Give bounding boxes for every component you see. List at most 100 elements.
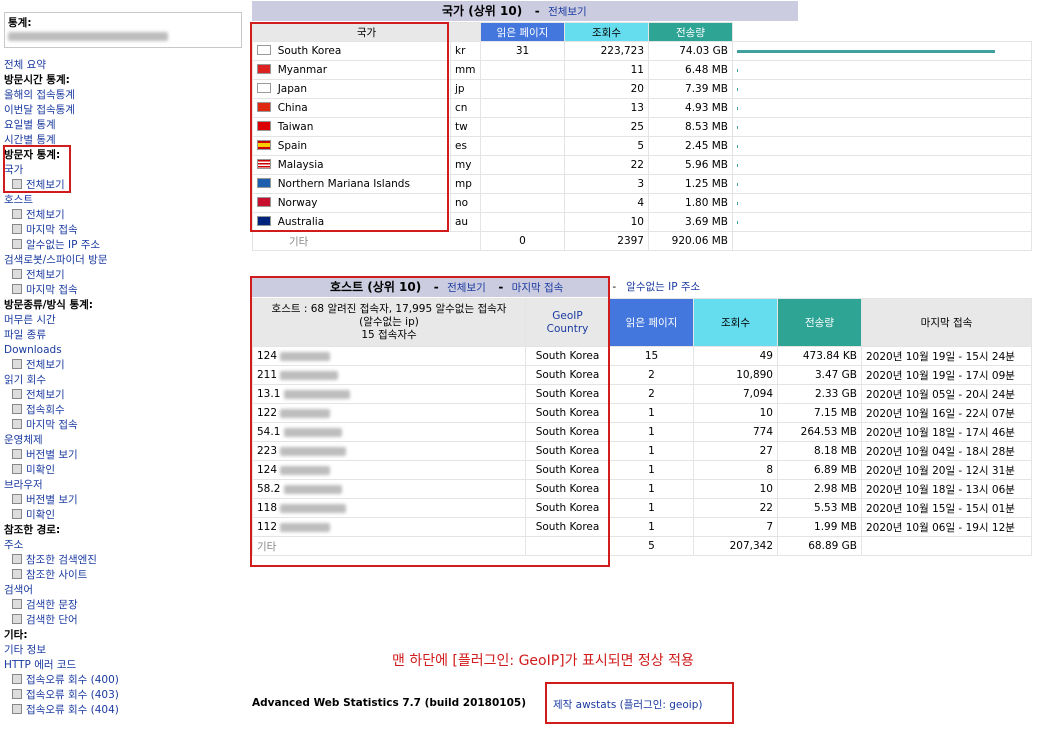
bandwidth-header: 전송량 (648, 22, 733, 42)
stat-label: 통계: (8, 17, 32, 29)
nav-subitem[interactable]: 마지막 접속 (4, 283, 244, 298)
country-table: 국가 읽은 페이지 조회수 전송량 South Korea kr 31 223,723… (252, 22, 1032, 251)
nav-subitem[interactable]: 전체보기 (4, 178, 244, 193)
blurred-ip (280, 370, 339, 380)
hosts-view-all-link[interactable]: 전체보기 (447, 282, 486, 294)
country-bandwidth: 2.45 MB (648, 136, 733, 156)
country-bandwidth: 7.39 MB (648, 79, 733, 99)
country-bar-cell (732, 41, 1032, 61)
nav-item[interactable]: 기타 정보 (4, 643, 244, 658)
hosts-unknown-ip-link[interactable]: 알수없는 IP 주소 (626, 281, 700, 293)
country-pages (480, 117, 565, 137)
no-flag-icon (257, 197, 271, 207)
nav-item[interactable]: 운영체제 (4, 433, 244, 448)
nav-subitem[interactable]: 전체보기 (4, 268, 244, 283)
hosts-other-row: 기타 5 207,342 68.89 GB (252, 536, 1032, 556)
blurred-ip (280, 446, 347, 456)
host-pages: 1 (609, 460, 694, 480)
country-bar-cell (732, 60, 1032, 80)
nav-item[interactable]: 브라우저 (4, 478, 244, 493)
country-title: 국가 (상위 10) (442, 4, 523, 18)
country-bar-cell (732, 174, 1032, 194)
nav-subitem[interactable]: 검색한 단어 (4, 613, 244, 628)
nav-item[interactable]: HTTP 에러 코드 (4, 658, 244, 673)
host-bandwidth: 1.99 MB (777, 517, 862, 537)
host-bandwidth: 264.53 MB (777, 422, 862, 442)
host-hits: 10,890 (693, 365, 778, 385)
country-hits: 4 (564, 193, 649, 213)
host-country: South Korea (525, 365, 610, 385)
hosts-summary: 호스트 : 68 알려진 접속자, 17,995 알수없는 접속자 (알수없는 … (252, 298, 526, 347)
country-bandwidth: 74.03 GB (648, 41, 733, 61)
nav-subitem[interactable]: 알수없는 IP 주소 (4, 238, 244, 253)
hosts-header-row: 호스트 : 68 알려진 접속자, 17,995 알수없는 접속자 (알수없는 … (252, 298, 1032, 347)
bandwidth-bar (737, 182, 738, 186)
host-country: South Korea (525, 517, 610, 537)
country-header: 국가 (252, 22, 481, 42)
hosts-last-access-link[interactable]: 마지막 접속 (512, 282, 564, 294)
country-bandwidth: 1.80 MB (648, 193, 733, 213)
country-bandwidth: 3.69 MB (648, 212, 733, 232)
nav-item[interactable]: 전체 요약 (4, 58, 244, 73)
nav-subitem[interactable]: 참조한 검색엔진 (4, 553, 244, 568)
nav-subitem[interactable]: 전체보기 (4, 388, 244, 403)
country-code: no (450, 193, 481, 213)
nav-item[interactable]: 시간별 통계 (4, 133, 244, 148)
nav-item[interactable]: 읽기 회수 (4, 373, 244, 388)
nav-item[interactable]: 머무른 시간 (4, 313, 244, 328)
nav-subitem[interactable]: 전체보기 (4, 358, 244, 373)
country-name-cell: Australia (252, 212, 451, 232)
my-flag-icon (257, 159, 271, 169)
country-row: Japan jp 20 7.39 MB (252, 79, 1032, 99)
nav-item[interactable]: 국가 (4, 163, 244, 178)
nav-subitem[interactable]: 접속오류 회수 (403) (4, 688, 244, 703)
hosts-pages-header: 읽은 페이지 (609, 298, 694, 347)
host-row: 124 South Korea 1 8 6.89 MB 2020년 10월 20일 - … (252, 460, 1032, 480)
country-section-title: 국가 (상위 10) - 전체보기 (252, 1, 798, 21)
nav-item[interactable]: 파일 종류 (4, 328, 244, 343)
country-bandwidth: 4.93 MB (648, 98, 733, 118)
nav-subitem[interactable]: 마지막 접속 (4, 418, 244, 433)
host-row: 54.1 South Korea 1 774 264.53 MB 2020년 10월 1… (252, 422, 1032, 442)
host-pages: 1 (609, 403, 694, 423)
hosts-table: 호스트 : 68 알려진 접속자, 17,995 알수없는 접속자 (알수없는 … (252, 298, 1032, 556)
footer-credit-link[interactable]: 제작 awstats (플러그인: geoip) (553, 697, 702, 712)
nav-subitem[interactable]: 버전별 보기 (4, 493, 244, 508)
nav-subitem[interactable]: 마지막 접속 (4, 223, 244, 238)
nav-item[interactable]: 검색로봇/스파이더 방문 (4, 253, 244, 268)
nav-item[interactable]: 요일별 통계 (4, 118, 244, 133)
nav-item[interactable]: 이번달 접속통계 (4, 103, 244, 118)
nav-item[interactable]: 주소 (4, 538, 244, 553)
nav-item[interactable]: 올해의 접속통계 (4, 88, 244, 103)
nav-subitem[interactable]: 접속회수 (4, 403, 244, 418)
host-bandwidth: 3.47 GB (777, 365, 862, 385)
nav-subitem[interactable]: 검색한 문장 (4, 598, 244, 613)
stat-site-box: 통계: (4, 12, 242, 48)
host-pages: 1 (609, 422, 694, 442)
es-flag-icon (257, 140, 271, 150)
nav-item[interactable]: 호스트 (4, 193, 244, 208)
country-name-cell: Japan (252, 79, 451, 99)
country-row: Malaysia my 22 5.96 MB (252, 155, 1032, 175)
hosts-other-label: 기타 (252, 536, 526, 556)
host-pages: 1 (609, 479, 694, 499)
country-view-all-link[interactable]: 전체보기 (548, 6, 587, 18)
country-name-cell: Spain (252, 136, 451, 156)
nav-subitem[interactable]: 미확인 (4, 508, 244, 523)
nav-item[interactable]: Downloads (4, 343, 244, 358)
host-country: South Korea (525, 384, 610, 404)
country-code: my (450, 155, 481, 175)
nav-item[interactable]: 검색어 (4, 583, 244, 598)
nav-subitem[interactable]: 미확인 (4, 463, 244, 478)
country-bandwidth: 1.25 MB (648, 174, 733, 194)
nav-subitem[interactable]: 접속오류 회수 (400) (4, 673, 244, 688)
country-row: Spain es 5 2.45 MB (252, 136, 1032, 156)
nav-subitem[interactable]: 전체보기 (4, 208, 244, 223)
country-other-bandwidth: 920.06 MB (648, 231, 733, 251)
bar-header (732, 22, 1032, 42)
country-pages (480, 79, 565, 99)
nav-subitem[interactable]: 참조한 사이트 (4, 568, 244, 583)
nav-subitem[interactable]: 버전별 보기 (4, 448, 244, 463)
host-last-access: 2020년 10월 18일 - 17시 46분 (861, 422, 1032, 442)
nav-subitem[interactable]: 접속오류 회수 (404) (4, 703, 244, 718)
